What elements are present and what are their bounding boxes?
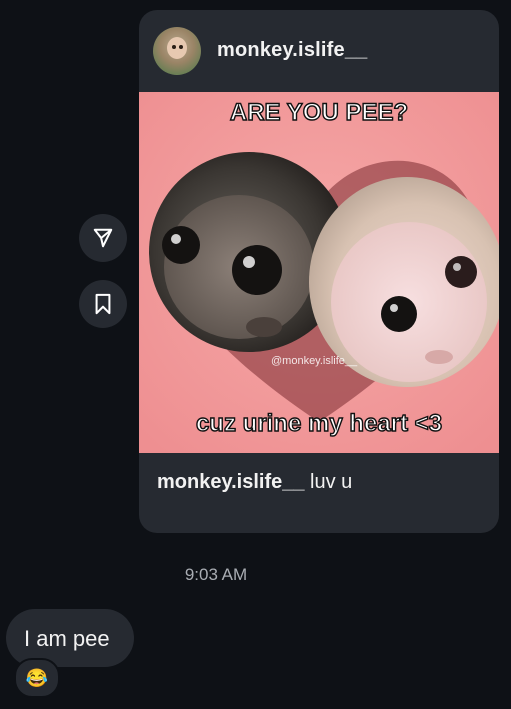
post-caption: monkey.islife__ luv u: [157, 471, 352, 494]
avatar-face: [167, 37, 187, 59]
save-button[interactable]: [79, 280, 127, 328]
meme-top-text: ARE YOU PEE?: [229, 98, 409, 126]
reaction-badge[interactable]: 😂: [14, 658, 60, 698]
avatar[interactable]: [153, 27, 201, 75]
message-text: I am pee: [24, 626, 110, 651]
bookmark-icon: [95, 293, 111, 315]
image-watermark: @monkey.islife__: [271, 355, 358, 367]
message-timestamp: 9:03 AM: [184, 565, 248, 584]
avatar-eye: [172, 45, 176, 49]
post-username[interactable]: monkey.islife__: [217, 39, 367, 62]
laughing-emoji-icon: 😂: [25, 668, 49, 688]
shared-post-card[interactable]: monkey.islife__ ARE YOU PEE? @monkey.isl…: [139, 10, 499, 533]
monkeys-heart-illustration: [139, 92, 499, 453]
paper-plane-icon: [93, 228, 113, 248]
post-image[interactable]: ARE YOU PEE? @monkey.islife__ cuz urine …: [139, 92, 499, 453]
share-button[interactable]: [79, 214, 127, 262]
meme-bottom-text: cuz urine my heart <3: [195, 409, 443, 437]
caption-text: luv u: [304, 471, 353, 493]
avatar-eye: [179, 45, 183, 49]
post-header[interactable]: monkey.islife__: [139, 10, 499, 92]
caption-username[interactable]: monkey.islife__: [157, 471, 304, 493]
